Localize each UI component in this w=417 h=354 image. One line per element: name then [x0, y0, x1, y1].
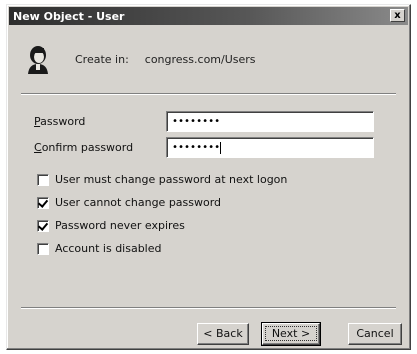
- title-bar[interactable]: New Object - User x: [9, 7, 408, 25]
- text-caret: [220, 142, 222, 154]
- next-button-label: Next >: [264, 326, 318, 341]
- footer-divider: [21, 307, 396, 309]
- option-cannot-change-password[interactable]: User cannot change password: [37, 196, 221, 209]
- dialog-header: Create in: congress.com/Users: [19, 41, 399, 77]
- confirm-label-hotkey: C: [34, 141, 42, 154]
- account-disabled-checkbox[interactable]: [37, 242, 49, 255]
- back-button[interactable]: < Back: [197, 323, 249, 345]
- header-divider: [21, 93, 396, 95]
- create-in-label: Create in:: [75, 52, 129, 66]
- password-never-expires-checkbox[interactable]: [37, 219, 49, 232]
- option-must-change-password[interactable]: User must change password at next logon: [37, 173, 287, 186]
- back-button-label: < Back: [203, 327, 243, 340]
- user-icon: [28, 46, 48, 74]
- confirm-label-text: onfirm password: [41, 141, 134, 154]
- cannot-change-password-checkbox[interactable]: [37, 196, 49, 209]
- option-password-never-expires[interactable]: Password never expires: [37, 219, 185, 232]
- password-label: Password: [34, 115, 85, 128]
- new-object-user-dialog: New Object - User x Create in: congress.…: [6, 4, 411, 350]
- confirm-password-input[interactable]: ••••••••: [166, 137, 374, 158]
- confirm-password-value: ••••••••: [172, 142, 221, 153]
- next-button[interactable]: Next >: [261, 322, 321, 346]
- cancel-button-label: Cancel: [356, 327, 394, 340]
- cannot-change-password-label: User cannot change password: [55, 196, 222, 209]
- option-account-disabled[interactable]: Account is disabled: [37, 242, 162, 255]
- close-icon: x: [394, 10, 401, 21]
- password-label-text: assword: [40, 115, 86, 128]
- must-change-password-label: User must change password at next logon: [55, 173, 288, 186]
- cancel-button[interactable]: Cancel: [348, 323, 402, 345]
- password-input[interactable]: ••••••••: [166, 111, 374, 132]
- account-disabled-label: Account is disabled: [55, 242, 162, 255]
- window-title: New Object - User: [13, 9, 125, 23]
- must-change-password-checkbox[interactable]: [37, 173, 49, 186]
- password-value: ••••••••: [172, 116, 221, 127]
- create-in-path: congress.com/Users: [144, 52, 256, 66]
- confirm-password-label: Confirm password: [34, 141, 133, 154]
- password-never-expires-label: Password never expires: [55, 219, 185, 232]
- close-button[interactable]: x: [390, 9, 405, 22]
